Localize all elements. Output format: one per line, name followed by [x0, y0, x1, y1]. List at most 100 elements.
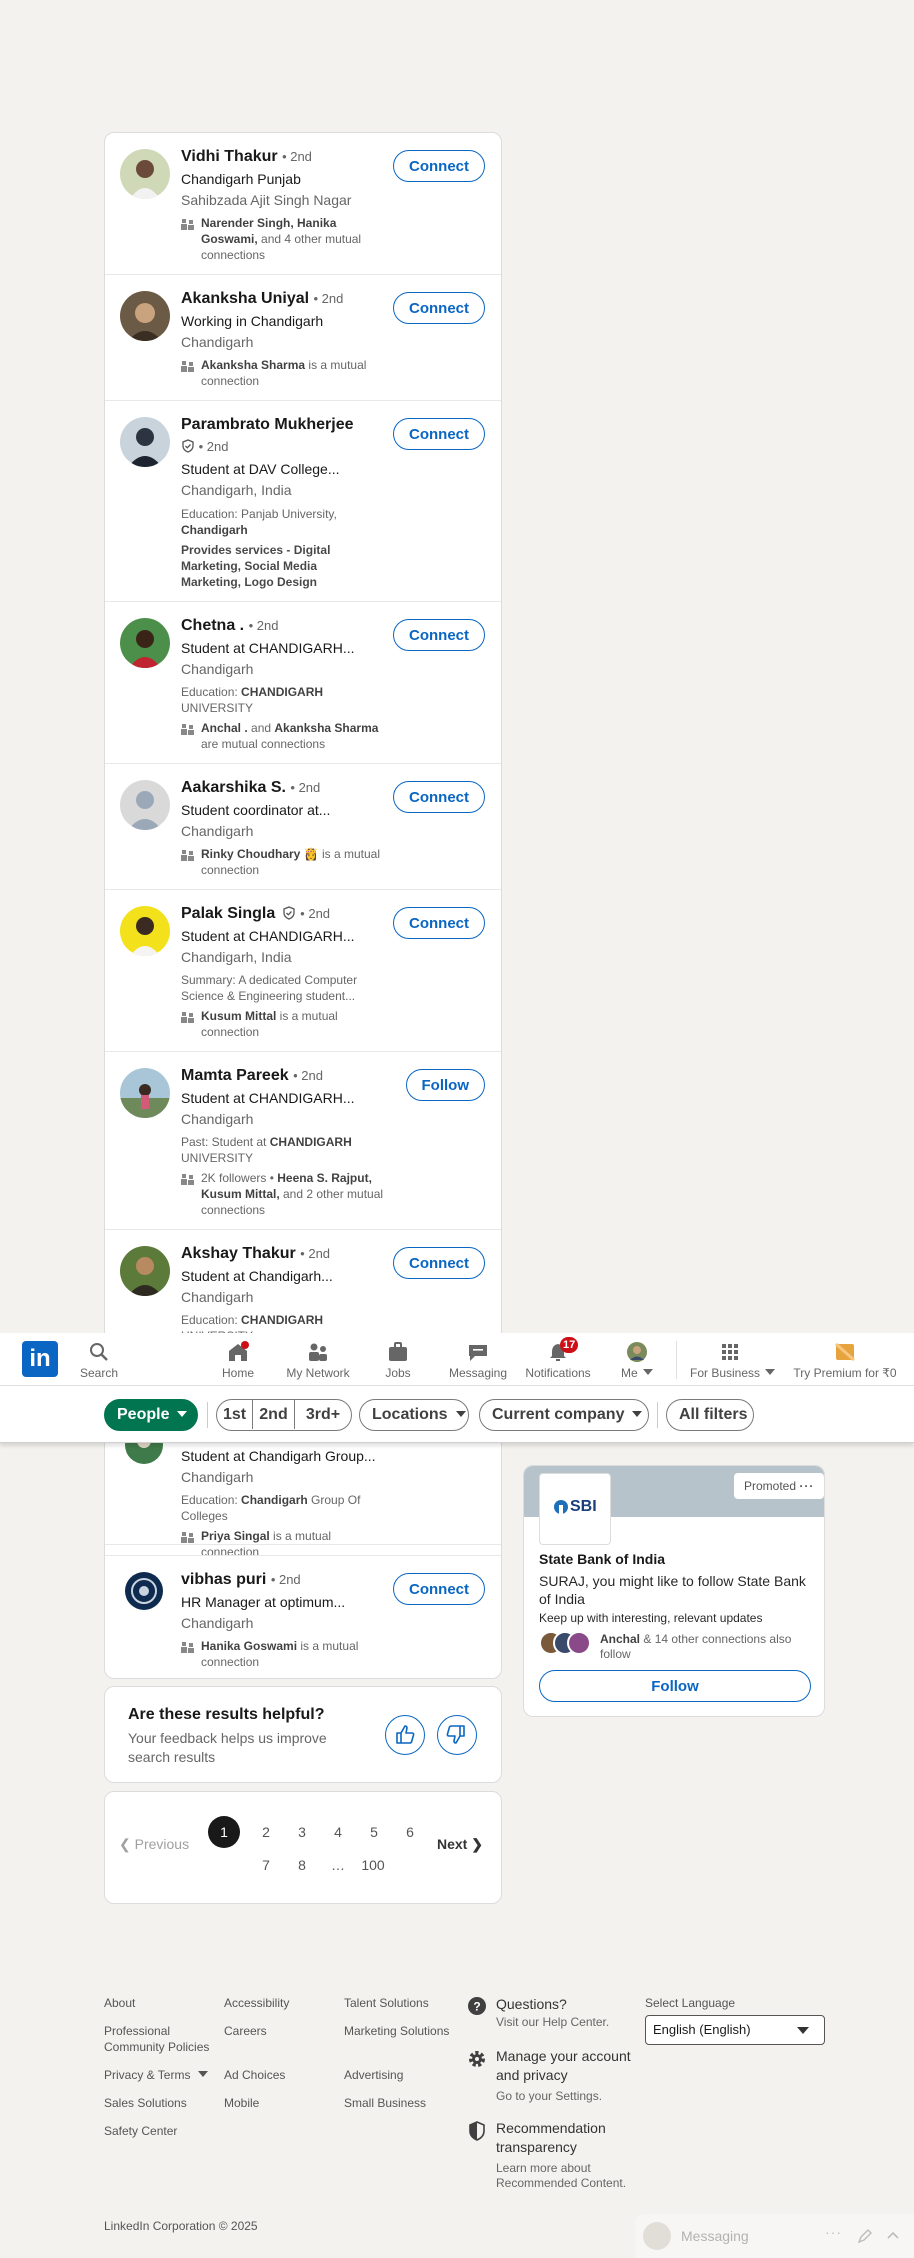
person-name[interactable]: Vidhi Thakur • 2nd [181, 148, 312, 166]
nav-notifications[interactable]: 17 Notifications [523, 1333, 593, 1386]
connect-button[interactable]: Connect [393, 781, 485, 813]
verified-shield-icon [283, 906, 295, 920]
person-name[interactable]: Palak Singla • 2nd [181, 905, 330, 923]
sbi-logo[interactable]: SBI [539, 1473, 611, 1545]
all-filters-button[interactable]: All filters [666, 1399, 754, 1431]
avatar[interactable] [120, 1068, 170, 1118]
footer-link-about[interactable]: About [104, 1995, 135, 2011]
nav-try-premium[interactable]: Try Premium for ₹0 [790, 1333, 900, 1386]
nav-messaging[interactable]: Messaging [447, 1333, 509, 1386]
linkedin-logo[interactable]: in [22, 1341, 58, 1377]
thumbs-down-button[interactable] [437, 1715, 477, 1755]
footer-link-talent-solutions[interactable]: Talent Solutions [344, 1995, 429, 2011]
more-options-icon[interactable]: ··· [825, 2224, 842, 2240]
footer-questions[interactable]: Questions? [496, 1995, 567, 2014]
page-1[interactable]: 1 [208, 1816, 240, 1848]
messaging-label: Messaging [681, 2228, 749, 2244]
person-location: Sahibzada Ajit Singh Nagar [181, 192, 352, 208]
footer-help-center[interactable]: Visit our Help Center. [496, 2015, 609, 2030]
person-headline: HR Manager at optimum... [181, 1594, 346, 1610]
page-5[interactable]: 5 [360, 1816, 388, 1848]
footer-link-sales-solutions[interactable]: Sales Solutions [104, 2095, 187, 2111]
more-options-icon[interactable]: ··· [799, 1479, 814, 1493]
nav-for-business[interactable]: For Business [690, 1333, 776, 1386]
nav-me[interactable]: Me [617, 1333, 657, 1386]
page-6[interactable]: 6 [396, 1816, 424, 1848]
previous-button[interactable]: ❮ Previous [119, 1836, 189, 1853]
footer-link-accessibility[interactable]: Accessibility [224, 1995, 289, 2011]
avatar[interactable] [120, 1246, 170, 1296]
mutual-connections-icon [181, 850, 194, 861]
footer-link-marketing-solutions[interactable]: Marketing Solutions [344, 2023, 449, 2039]
avatar[interactable] [120, 780, 170, 830]
page-4[interactable]: 4 [324, 1816, 352, 1848]
page-100[interactable]: 100 [355, 1849, 391, 1881]
footer-link-safety-center[interactable]: Safety Center [104, 2123, 177, 2139]
thumbs-up-icon [396, 1725, 415, 1744]
connect-button[interactable]: Connect [393, 619, 485, 651]
avatar[interactable] [120, 618, 170, 668]
compose-icon[interactable] [857, 2228, 873, 2244]
person-name[interactable]: Mamta Pareek • 2nd [181, 1067, 323, 1085]
person-name[interactable]: Akshay Thakur • 2nd [181, 1245, 330, 1263]
person-name[interactable]: Aakarshika S. • 2nd [181, 779, 320, 797]
connect-button[interactable]: Connect [393, 150, 485, 182]
mutual-connections-icon [181, 1532, 194, 1543]
page-8[interactable]: 8 [288, 1849, 316, 1881]
footer-link-mobile[interactable]: Mobile [224, 2095, 259, 2111]
thumbs-up-button[interactable] [385, 1715, 425, 1755]
person-headline: Student at DAV College... [181, 461, 340, 477]
person-location: Chandigarh [181, 661, 254, 677]
connect-button[interactable]: Connect [393, 1573, 485, 1605]
nav-divider [676, 1341, 677, 1379]
connect-button[interactable]: Connect [393, 907, 485, 939]
footer-link-ad-choices[interactable]: Ad Choices [224, 2067, 285, 2083]
filter-2nd[interactable]: 2nd [253, 1400, 295, 1429]
page-3[interactable]: 3 [288, 1816, 316, 1848]
connect-button[interactable]: Connect [393, 418, 485, 450]
nav-search[interactable]: Search [80, 1333, 118, 1386]
avatar[interactable] [125, 1572, 163, 1610]
person-name[interactable]: Akanksha Uniyal • 2nd [181, 290, 343, 308]
connect-button[interactable]: Connect [393, 292, 485, 324]
footer-link-careers[interactable]: Careers [224, 2023, 267, 2039]
person-location: Chandigarh [181, 1111, 254, 1127]
footer-settings[interactable]: Go to your Settings. [496, 2089, 602, 2104]
footer-link-small-business[interactable]: Small Business [344, 2095, 426, 2111]
messaging-overlay[interactable]: Messaging ··· [635, 2214, 914, 2258]
pagination-card: ❮ Previous 1 2 3 4 5 6 7 8 … 100 Next ❯ [104, 1791, 502, 1904]
filter-1st[interactable]: 1st [217, 1400, 253, 1429]
page-7[interactable]: 7 [252, 1849, 280, 1881]
promoted-label[interactable]: Promoted ··· [734, 1473, 824, 1499]
ad-follow-button[interactable]: Follow [539, 1670, 811, 1702]
locations-filter[interactable]: Locations [359, 1399, 469, 1431]
follow-button[interactable]: Follow [405, 1069, 485, 1101]
next-button[interactable]: Next ❯ [437, 1836, 483, 1853]
person-summary: Summary: A dedicated Computer Science & … [181, 973, 358, 1003]
avatar[interactable] [120, 291, 170, 341]
chevron-up-icon[interactable] [885, 2228, 901, 2244]
filter-3rd[interactable]: 3rd+ [295, 1400, 351, 1429]
footer-link-advertising[interactable]: Advertising [344, 2067, 403, 2083]
avatar[interactable] [120, 149, 170, 199]
footer-recommended-content[interactable]: Learn more about Recommended Content. [496, 2161, 636, 2191]
page-2[interactable]: 2 [252, 1816, 280, 1848]
person-name[interactable]: Chetna . • 2nd [181, 617, 278, 635]
nav-my-network[interactable]: My Network [283, 1333, 353, 1386]
current-company-filter[interactable]: Current company [479, 1399, 649, 1431]
footer-link-community-policies[interactable]: Professional Community Policies [104, 2023, 214, 2055]
people-filter-dropdown[interactable]: People [104, 1399, 198, 1431]
avatar[interactable] [120, 906, 170, 956]
nav-home[interactable]: Home [214, 1333, 262, 1386]
person-name[interactable]: Parambrato Mukherjee [181, 416, 354, 434]
ad-company-name[interactable]: State Bank of India [539, 1551, 665, 1567]
nav-jobs[interactable]: Jobs [378, 1333, 418, 1386]
language-select[interactable]: English (English) [645, 2015, 825, 2045]
mutual-connections-icon [181, 1642, 194, 1653]
footer-link-privacy-terms[interactable]: Privacy & Terms [104, 2067, 208, 2083]
footer-manage-account[interactable]: Manage your account and privacy [496, 2047, 646, 2085]
person-name[interactable]: vibhas puri • 2nd [181, 1571, 301, 1589]
avatar[interactable] [120, 417, 170, 467]
connect-button[interactable]: Connect [393, 1247, 485, 1279]
footer-recommendation-transparency[interactable]: Recommendation transparency [496, 2119, 626, 2157]
